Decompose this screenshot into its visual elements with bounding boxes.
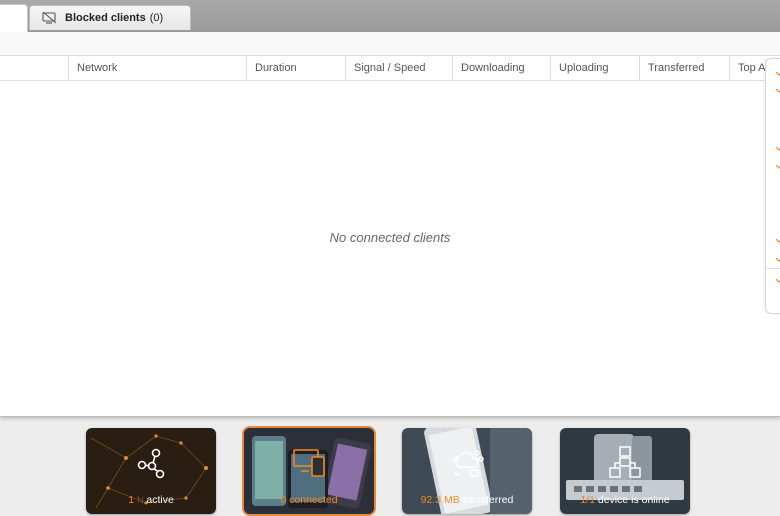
stat-caption: 1 N active bbox=[86, 494, 216, 506]
column-header-uploading[interactable]: Uploading bbox=[550, 56, 639, 80]
blocked-device-icon bbox=[42, 12, 57, 24]
check-icon[interactable] bbox=[776, 70, 780, 76]
cloud-transfer-icon bbox=[452, 450, 484, 477]
empty-state-message: No connected clients bbox=[329, 230, 451, 245]
check-icon[interactable] bbox=[776, 163, 780, 169]
column-header-client[interactable] bbox=[0, 56, 68, 80]
stat-label: transferred bbox=[462, 494, 514, 506]
divider bbox=[766, 268, 780, 269]
check-icon[interactable] bbox=[776, 237, 780, 243]
stat-number-suffix: N bbox=[136, 495, 144, 505]
check-icon[interactable] bbox=[776, 87, 780, 93]
topology-icon bbox=[609, 446, 641, 478]
stat-label: device is online bbox=[597, 494, 670, 506]
column-header-network[interactable]: Network bbox=[68, 56, 246, 80]
column-header-downloading[interactable]: Downloading bbox=[452, 56, 550, 80]
check-icon[interactable] bbox=[776, 145, 780, 151]
column-header-transferred[interactable]: Transferred bbox=[639, 56, 729, 80]
stat-number: 1 bbox=[128, 494, 135, 506]
stat-number: 0 bbox=[280, 494, 287, 506]
check-icon[interactable] bbox=[776, 256, 780, 262]
stat-card-transferred[interactable]: 92.3 MB transferred bbox=[402, 428, 532, 514]
stat-card-devices-online[interactable]: 1/1 device is online bbox=[560, 428, 690, 514]
stats-cards: 1 N active 0 connected 92.3 MB transferr… bbox=[0, 426, 780, 516]
stat-card-active-networks[interactable]: 1 N active bbox=[86, 428, 216, 514]
devices-icon bbox=[293, 449, 325, 477]
stat-card-connected-clients[interactable]: 0 connected bbox=[242, 426, 376, 516]
stat-number: 1/1 bbox=[580, 494, 595, 506]
stat-caption: 92.3 MB transferred bbox=[402, 494, 532, 506]
column-header-signal-speed[interactable]: Signal / Speed bbox=[345, 56, 452, 80]
tab-strip: Blocked clients (0) bbox=[0, 0, 780, 32]
column-chooser-panel bbox=[765, 58, 780, 314]
tab-blocked-count: (0) bbox=[149, 12, 164, 24]
stat-label: active bbox=[146, 494, 174, 506]
stat-number: 92.3 MB bbox=[420, 494, 460, 506]
tab-connected-clients[interactable] bbox=[0, 4, 28, 32]
tab-blocked-clients[interactable]: Blocked clients (0) bbox=[29, 5, 191, 30]
network-nodes-icon bbox=[137, 448, 165, 479]
check-icon[interactable] bbox=[776, 277, 780, 283]
stat-caption: 0 connected bbox=[244, 494, 374, 506]
table-header: Network Duration Signal / Speed Download… bbox=[0, 56, 780, 81]
column-header-duration[interactable]: Duration bbox=[246, 56, 345, 80]
toolbar bbox=[0, 32, 780, 56]
tab-blocked-label: Blocked clients bbox=[65, 12, 146, 24]
clients-panel: Blocked clients (0) Network Duration Sig… bbox=[0, 0, 780, 417]
stat-caption: 1/1 device is online bbox=[560, 494, 690, 506]
stat-label: connected bbox=[289, 494, 338, 506]
